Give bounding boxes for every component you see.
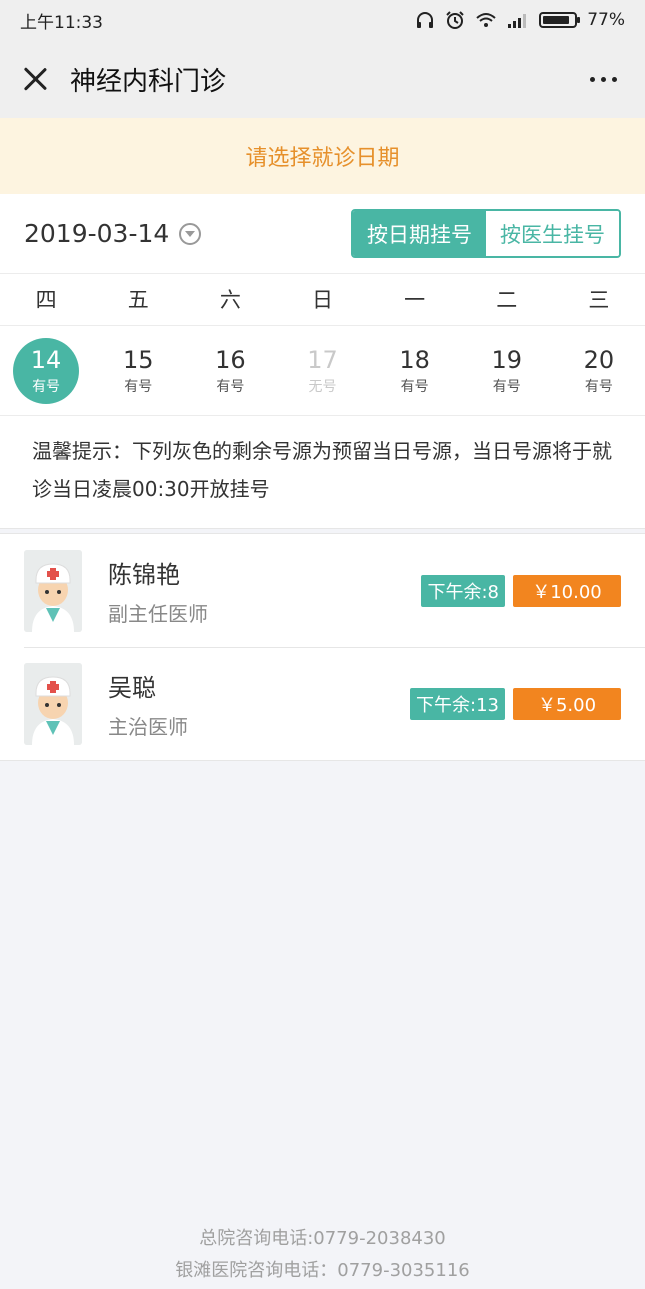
day-availability: 有号 — [584, 378, 613, 395]
signal-icon — [508, 14, 527, 28]
tab-by-date[interactable]: 按日期挂号 — [353, 211, 486, 256]
day-cell[interactable]: 15 有号 — [92, 326, 184, 415]
weekday-header: 四 五 六 日 一 二 三 — [0, 274, 645, 326]
registration-mode-toggle: 按日期挂号 按医生挂号 — [351, 209, 621, 258]
wifi-icon — [476, 13, 496, 27]
weekday-label: 一 — [404, 288, 426, 312]
doctor-avatar — [24, 549, 82, 632]
price-badge[interactable]: ￥5.00 — [513, 687, 621, 720]
doctor-title: 副主任医师 — [108, 601, 208, 626]
day-cell-selected[interactable]: 14 有号 — [0, 326, 92, 415]
alarm-icon — [446, 11, 464, 29]
day-cell[interactable]: 20 有号 — [553, 326, 645, 415]
day-cell-disabled: 17 无号 — [276, 326, 368, 415]
date-row: 2019-03-14 按日期挂号 按医生挂号 — [0, 194, 645, 274]
battery-level: 77% — [587, 10, 625, 30]
weekday-label: 二 — [496, 288, 518, 312]
day-number: 18 — [399, 345, 430, 374]
doctor-name: 吴聪 — [108, 673, 156, 702]
close-icon[interactable] — [22, 66, 48, 92]
hotline-main: 总院咨询电话:0779-2038430 — [199, 1228, 446, 1249]
notice-tip: 温馨提示：下列灰色的剩余号源为预留当日号源，当日号源将于就诊当日凌晨00:30开… — [0, 416, 645, 529]
doctor-badges: 下午余:8 ￥10.00 — [421, 574, 621, 607]
doctor-row[interactable]: 陈锦艳 副主任医师 下午余:8 ￥10.00 — [0, 534, 645, 647]
weekday-label: 日 — [311, 288, 333, 312]
selected-date: 2019-03-14 — [24, 219, 170, 248]
doctor-row[interactable]: 吴聪 主治医师 下午余:13 ￥5.00 — [0, 647, 645, 760]
footer: 总院咨询电话:0779-2038430 银滩医院咨询电话：0779-303511… — [0, 1223, 645, 1287]
doctor-list: 陈锦艳 副主任医师 下午余:8 ￥10.00 吴聪 主治医师 下午余:13 ￥5… — [0, 533, 645, 761]
weekday-label: 四 — [35, 288, 57, 312]
status-icons: 77% — [415, 10, 625, 30]
day-number: 15 — [122, 345, 154, 374]
nav-bar: 神经内科门诊 — [0, 40, 645, 118]
doctor-info: 陈锦艳 副主任医师 — [108, 555, 421, 627]
price-badge[interactable]: ￥10.00 — [513, 574, 621, 607]
day-number: 14 — [30, 345, 62, 374]
date-picker[interactable]: 2019-03-14 — [24, 219, 202, 248]
day-selector: 14 有号 15 有号 16 有号 17 无号 18 有号 19 有号 20 有… — [0, 326, 645, 416]
day-availability: 有号 — [492, 378, 521, 395]
tab-by-doctor[interactable]: 按医生挂号 — [486, 211, 619, 256]
headphone-icon — [417, 12, 434, 28]
doctor-avatar — [24, 662, 82, 745]
doctor-info: 吴聪 主治医师 — [108, 668, 410, 740]
day-availability: 有号 — [400, 378, 429, 395]
day-availability: 有号 — [216, 378, 245, 395]
chevron-down-icon — [179, 222, 202, 245]
day-availability: 有号 — [124, 378, 153, 395]
doctor-badges: 下午余:13 ￥5.00 — [410, 687, 621, 720]
selected-day-circle: 14 有号 — [13, 337, 80, 404]
more-icon[interactable] — [584, 67, 623, 92]
battery-icon — [539, 12, 581, 28]
day-number: 17 — [307, 345, 338, 374]
page-title: 神经内科门诊 — [70, 66, 227, 97]
day-cell[interactable]: 19 有号 — [461, 326, 553, 415]
banner-text: 请选择就诊日期 — [245, 146, 400, 171]
day-availability: 无号 — [308, 378, 337, 395]
doctor-title: 主治医师 — [108, 714, 188, 739]
day-availability: 有号 — [32, 378, 61, 395]
weekday-label: 五 — [127, 288, 149, 312]
day-number: 20 — [583, 345, 615, 374]
day-number: 19 — [491, 345, 523, 374]
weekday-label: 六 — [219, 288, 241, 312]
day-number: 16 — [215, 345, 246, 374]
status-time: 上午11:33 — [20, 12, 103, 33]
day-cell[interactable]: 16 有号 — [184, 326, 276, 415]
remaining-slots-badge: 下午余:13 — [410, 687, 505, 720]
notice-text: 温馨提示：下列灰色的剩余号源为预留当日号源，当日号源将于就诊当日凌晨00:30开… — [32, 439, 612, 501]
remaining-slots-badge: 下午余:8 — [421, 574, 505, 607]
status-bar: 上午11:33 77% — [0, 0, 645, 40]
doctor-name: 陈锦艳 — [108, 560, 180, 589]
weekday-label: 三 — [588, 288, 610, 312]
day-cell[interactable]: 18 有号 — [369, 326, 461, 415]
select-date-banner: 请选择就诊日期 — [0, 118, 645, 194]
hotline-branch: 银滩医院咨询电话：0779-3035116 — [175, 1260, 470, 1281]
